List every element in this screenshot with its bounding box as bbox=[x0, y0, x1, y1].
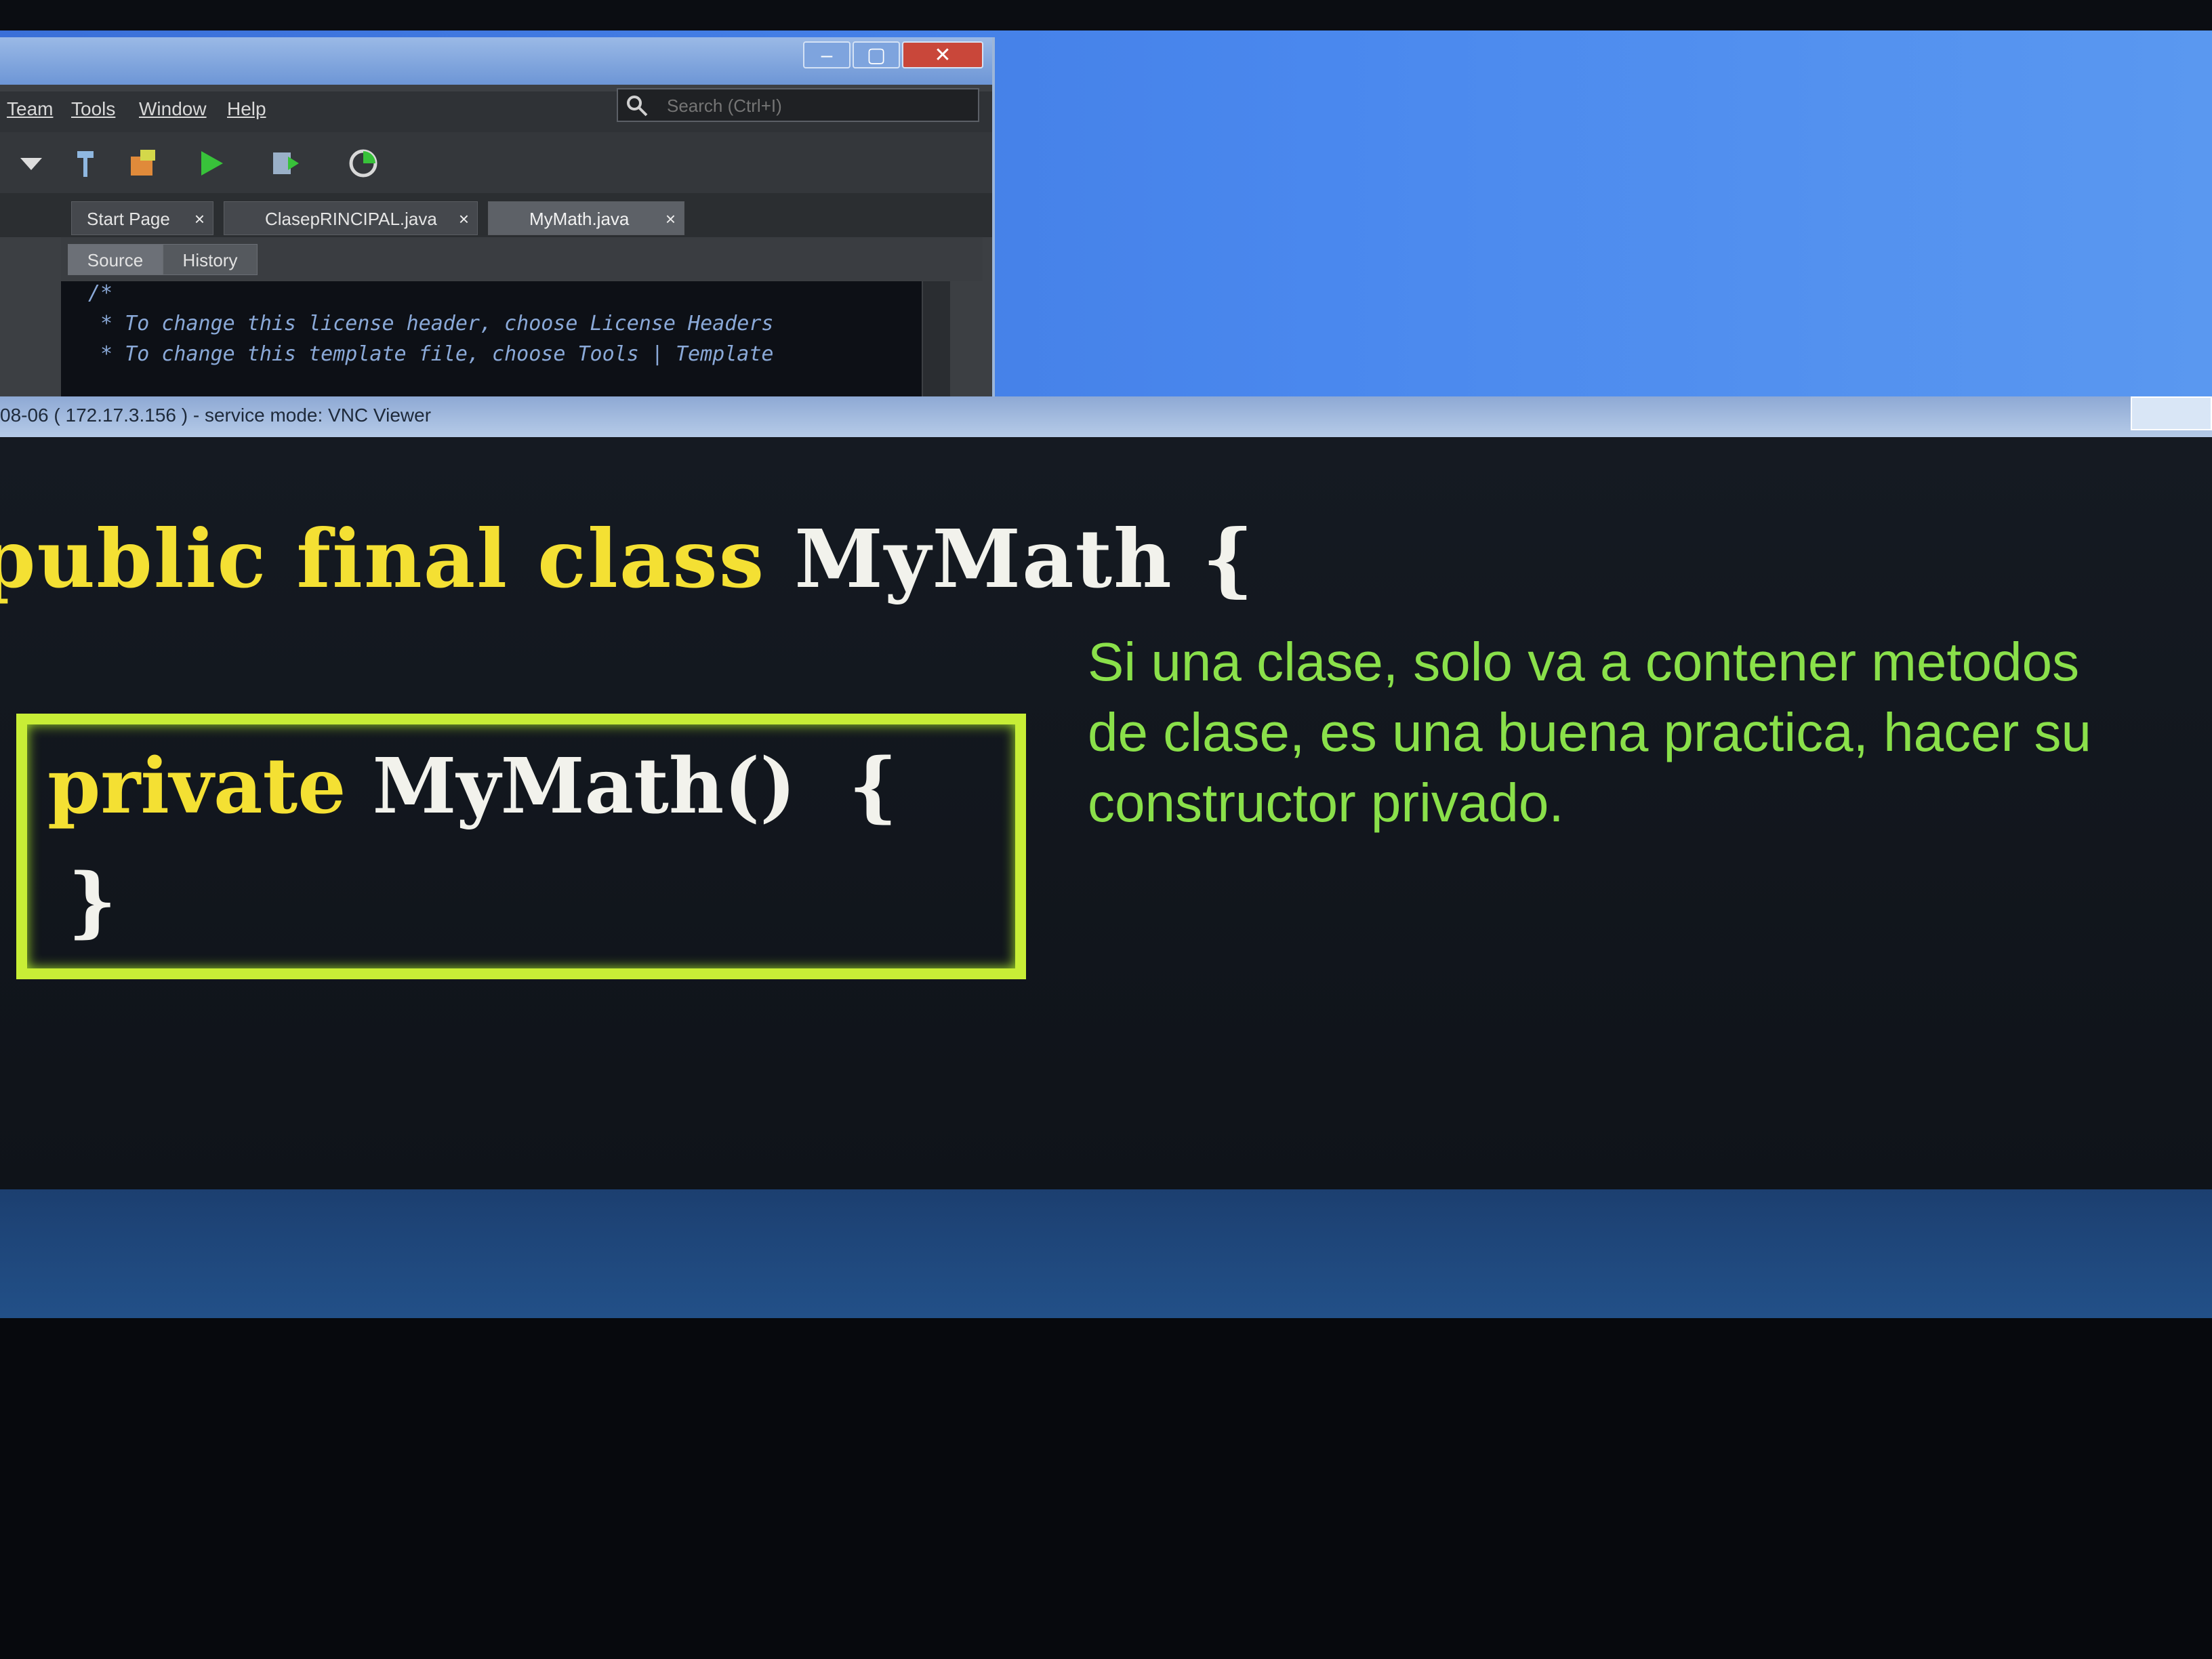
vnc-titlebar: 08-06 ( 172.17.3.156 ) - service mode: V… bbox=[0, 396, 2212, 437]
editor-toolbar: Source History bbox=[61, 237, 983, 281]
ide-titlebar: – ▢ ✕ bbox=[0, 37, 992, 85]
tab-label: MyMath.java bbox=[529, 209, 630, 229]
keyword-class: class bbox=[537, 512, 766, 606]
tab-source[interactable]: Source bbox=[68, 244, 163, 275]
code-editor[interactable]: /* * To change this license header, choo… bbox=[61, 281, 922, 407]
keyword-private: private bbox=[47, 742, 346, 831]
vnc-window-button[interactable] bbox=[2131, 396, 2212, 430]
keyword-final: final bbox=[296, 512, 509, 606]
main-toolbar bbox=[0, 132, 992, 193]
menu-window[interactable]: Window bbox=[139, 98, 207, 120]
editor-scrollbar[interactable] bbox=[923, 281, 950, 407]
constructor-declaration: private MyMath() { bbox=[47, 742, 897, 831]
tab-history[interactable]: History bbox=[163, 244, 258, 275]
code-line: * To change this template file, choose T… bbox=[88, 342, 774, 366]
clean-build-icon[interactable] bbox=[68, 146, 103, 181]
menu-team[interactable]: Team bbox=[7, 98, 53, 120]
debug-icon[interactable] bbox=[268, 146, 303, 181]
open-brace: { bbox=[1202, 512, 1255, 606]
class-name: MyMath bbox=[794, 512, 1173, 606]
tab-claseprincipal[interactable]: ClasepRINCIPAL.java × bbox=[224, 201, 478, 235]
open-brace: { bbox=[848, 742, 898, 831]
tab-start-page[interactable]: Start Page × bbox=[71, 201, 213, 235]
code-line: /* bbox=[88, 281, 113, 305]
monitor-bottom bbox=[0, 1318, 2212, 1659]
keyword-public: public bbox=[0, 512, 268, 606]
tab-label: Start Page bbox=[87, 209, 170, 229]
close-icon[interactable]: × bbox=[194, 202, 205, 236]
constructor-name: MyMath() bbox=[372, 742, 796, 831]
close-brace: } bbox=[68, 857, 117, 946]
close-icon[interactable]: × bbox=[665, 202, 676, 236]
maximize-button[interactable]: ▢ bbox=[853, 41, 900, 68]
vnc-title: 08-06 ( 172.17.3.156 ) - service mode: V… bbox=[0, 405, 432, 426]
editor-tab-bar: Start Page × ClasepRINCIPAL.java × MyMat… bbox=[0, 193, 992, 237]
code-line: * To change this license header, choose … bbox=[88, 312, 774, 335]
taskbar-band bbox=[0, 1189, 2212, 1318]
search-input[interactable] bbox=[665, 94, 966, 118]
explanation-note: Si una clase, solo va a contener metodos… bbox=[1088, 632, 2091, 833]
build-icon[interactable] bbox=[125, 146, 161, 181]
monitor-bezel bbox=[0, 0, 2212, 30]
menu-help[interactable]: Help bbox=[227, 98, 266, 120]
profile-icon[interactable] bbox=[346, 146, 381, 181]
tab-label: ClasepRINCIPAL.java bbox=[265, 209, 437, 229]
search-icon bbox=[627, 96, 648, 117]
ide-window: – ▢ ✕ Team Tools Window Help Start Page … bbox=[0, 37, 995, 407]
run-icon[interactable] bbox=[193, 146, 228, 181]
close-icon[interactable]: × bbox=[459, 202, 469, 236]
tab-mymath[interactable]: MyMath.java × bbox=[488, 201, 684, 235]
dropdown-icon[interactable] bbox=[14, 146, 49, 181]
minimize-button[interactable]: – bbox=[803, 41, 851, 68]
presentation-slide: public final class MyMath { private MyMa… bbox=[0, 437, 2212, 1189]
menu-tools[interactable]: Tools bbox=[71, 98, 115, 120]
class-declaration: public final class MyMath { bbox=[0, 512, 1255, 606]
search-box[interactable] bbox=[617, 88, 979, 122]
close-button[interactable]: ✕ bbox=[902, 41, 983, 68]
